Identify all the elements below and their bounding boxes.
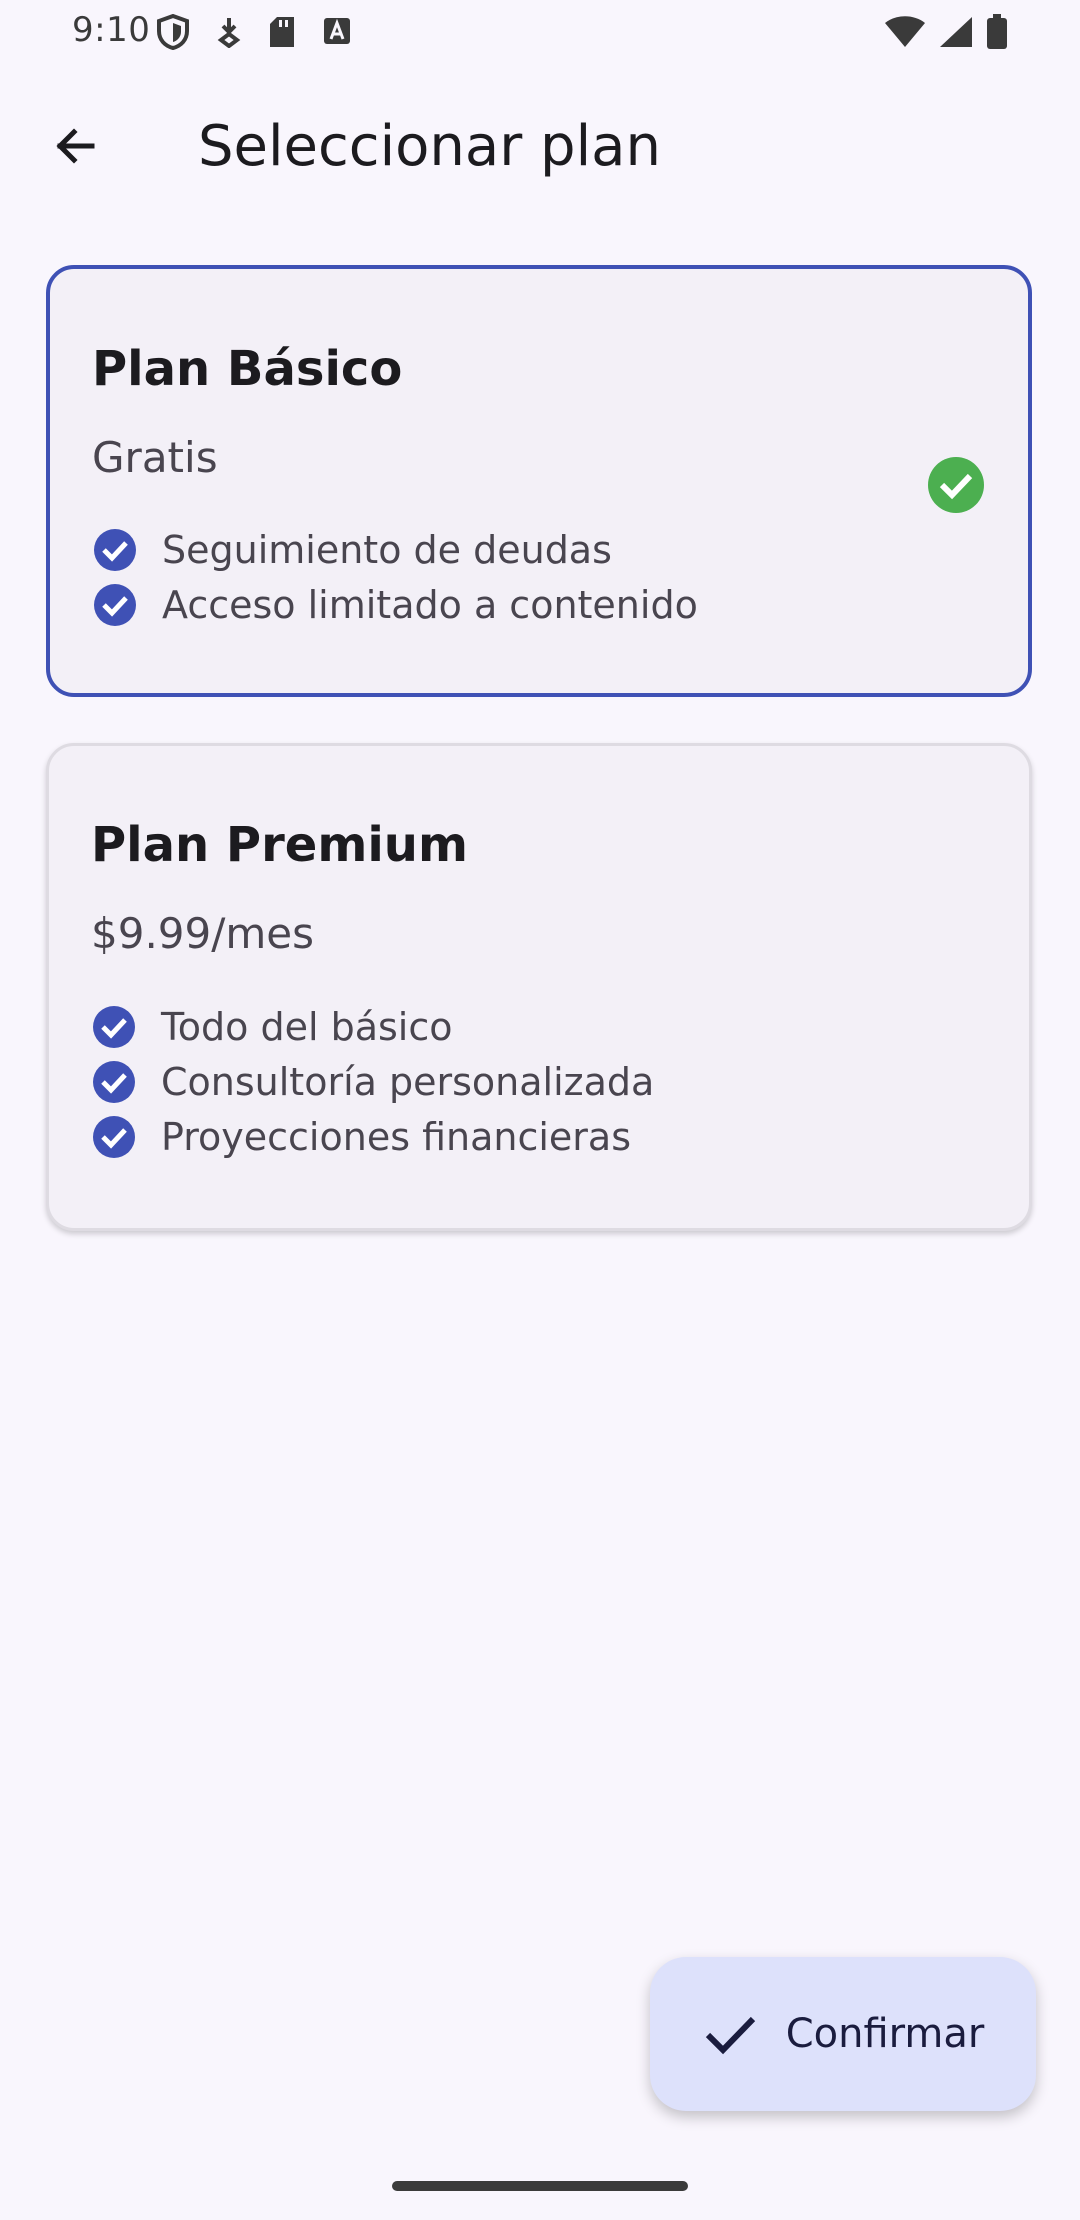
feature-text: Proyecciones financieras [161,1114,632,1159]
signal-icon [938,15,974,53]
back-button[interactable] [40,112,112,184]
status-time: 9:10 [72,10,151,50]
plan-name: Plan Premium [91,817,468,873]
data-saver-icon [216,16,242,52]
list-item: Proyecciones financieras [91,1109,654,1164]
check-circle-icon [91,1004,137,1050]
check-circle-icon [92,582,138,628]
page-title: Seleccionar plan [198,114,661,179]
translate-icon [322,16,352,52]
plan-price: $9.99/mes [91,909,315,958]
confirm-label: Confirmar [785,2011,985,2057]
check-icon [702,2006,758,2062]
feature-text: Acceso limitado a contenido [162,582,698,627]
list-item: Acceso limitado a contenido [92,577,698,632]
check-circle-icon [92,527,138,573]
plan-card-basico[interactable]: Plan Básico Gratis Seguimiento de deudas… [46,265,1032,697]
feature-list: Seguimiento de deudas Acceso limitado a … [92,522,698,632]
battery-icon [986,14,1008,54]
sd-card-icon [268,15,296,53]
list-item: Todo del básico [91,999,654,1054]
status-left-icons [156,13,352,54]
selected-check-icon [926,455,986,515]
status-right-icons [884,14,1008,54]
feature-text: Todo del básico [161,1004,453,1049]
confirm-button[interactable]: Confirmar [650,1957,1036,2111]
feature-text: Seguimiento de deudas [162,527,612,572]
home-indicator[interactable] [392,2181,688,2191]
feature-text: Consultoría personalizada [161,1059,655,1104]
plan-name: Plan Básico [92,341,403,397]
shield-icon [156,13,190,54]
list-item: Consultoría personalizada [91,1054,654,1109]
plan-card-premium[interactable]: Plan Premium $9.99/mes Todo del básico C… [46,743,1032,1231]
wifi-icon [884,15,926,53]
check-circle-icon [91,1059,137,1105]
feature-list: Todo del básico Consultoría personalizad… [91,999,654,1164]
arrow-back-icon [52,122,100,174]
app-bar: Seleccionar plan [0,88,1080,200]
plan-price: Gratis [92,433,218,482]
check-circle-icon [91,1114,137,1160]
list-item: Seguimiento de deudas [92,522,698,577]
status-bar: 9:10 [0,0,1080,64]
